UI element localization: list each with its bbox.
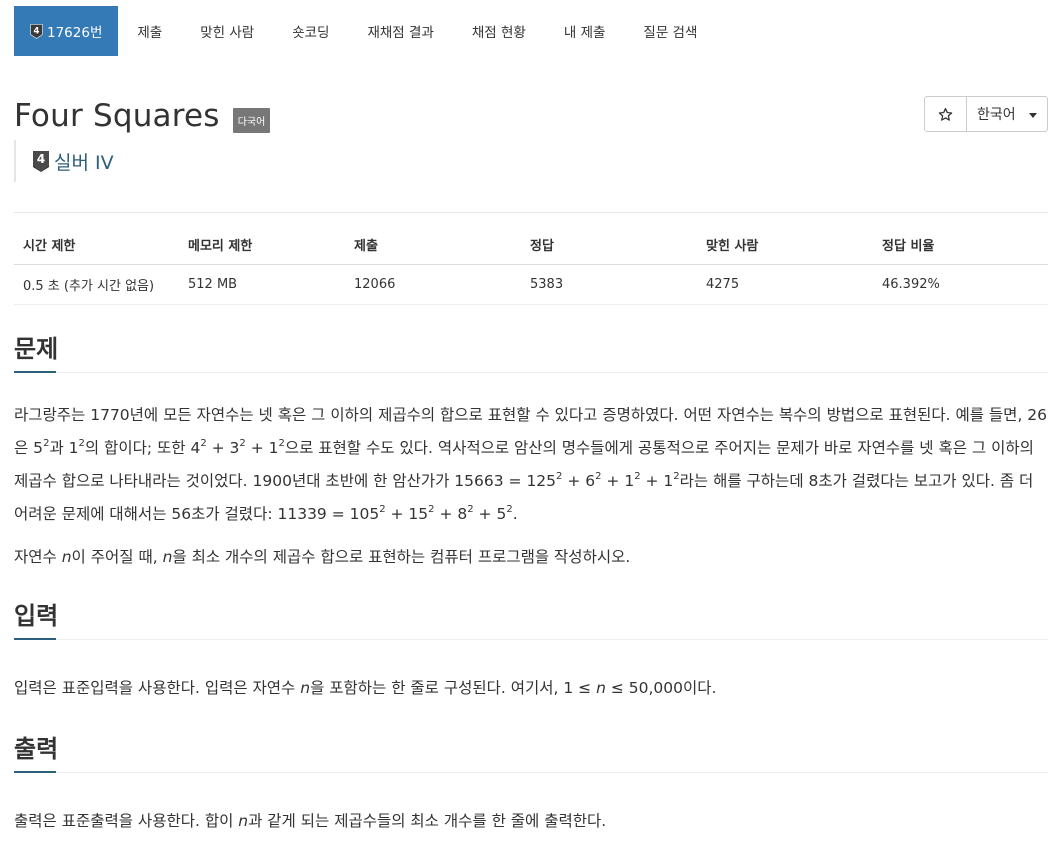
header-solved-users: 맞힌 사람 xyxy=(697,225,873,265)
tab-problem-number[interactable]: 4 17626번 xyxy=(14,6,119,56)
tab-my-submissions[interactable]: 내 제출 xyxy=(545,6,625,56)
language-label: 한국어 xyxy=(977,107,1016,123)
accepted-value: 5383 xyxy=(521,264,697,305)
header-memory-limit: 메모리 제한 xyxy=(179,225,345,265)
tab-solved-users[interactable]: 맞힌 사람 xyxy=(181,6,273,56)
problem-info-table: 시간 제한 메모리 제한 제출 정답 맞힌 사람 정답 비율 0.5 초 (추가… xyxy=(14,225,1048,305)
svg-text:4: 4 xyxy=(34,26,40,36)
problem-tier: 4 실버 IV xyxy=(14,140,1048,182)
problem-menu-tabs: 4 17626번 제출 맞힌 사람 숏코딩 재채점 결과 채점 현황 내 제출 … xyxy=(14,6,1048,56)
section-heading: 출력 xyxy=(14,729,1048,773)
problem-title: Four Squares xyxy=(14,98,220,134)
multilingual-badge: 다국어 xyxy=(232,107,271,133)
section-title: 문제 xyxy=(14,335,59,363)
table-header-row: 시간 제한 메모리 제한 제출 정답 맞힌 사람 정답 비율 xyxy=(14,225,1048,265)
memory-limit-value: 512 MB xyxy=(179,264,345,305)
description-paragraph: 라그랑주는 1770년에 모든 자연수는 넷 혹은 그 이하의 제곱수의 합으로… xyxy=(14,406,1048,523)
accept-rate-value: 46.392% xyxy=(873,264,1048,305)
star-icon xyxy=(938,107,953,121)
problem-description: 라그랑주는 1770년에 모든 자연수는 넷 혹은 그 이하의 제곱수의 합으로… xyxy=(14,399,1048,574)
divider xyxy=(14,212,1048,213)
heading-underline xyxy=(14,771,56,773)
tab-label: 17626번 xyxy=(47,25,103,41)
tier-badge-icon: 4 xyxy=(30,23,43,39)
heading-underline xyxy=(14,371,56,373)
submissions-value: 12066 xyxy=(345,264,521,305)
header-time-limit: 시간 제한 xyxy=(14,225,179,265)
caret-down-icon xyxy=(1029,113,1037,118)
problem-description-section: 문제 라그랑주는 1770년에 모든 자연수는 넷 혹은 그 이하의 제곱수의 … xyxy=(14,329,1048,574)
tab-question-search[interactable]: 질문 검색 xyxy=(624,6,716,56)
section-title: 출력 xyxy=(14,735,59,763)
header-accepted: 정답 xyxy=(521,225,697,265)
tab-judge-status[interactable]: 채점 현황 xyxy=(453,6,545,56)
time-limit-value: 0.5 초 (추가 시간 없음) xyxy=(14,264,179,305)
favorite-button[interactable] xyxy=(925,97,967,131)
heading-underline xyxy=(14,638,56,640)
table-row: 0.5 초 (추가 시간 없음) 512 MB 12066 5383 4275 … xyxy=(14,264,1048,305)
language-dropdown[interactable]: 한국어 xyxy=(967,97,1047,131)
tier-label[interactable]: 실버 IV xyxy=(54,148,114,175)
tab-rejudge-results[interactable]: 재채점 결과 xyxy=(348,6,452,56)
tab-short-coding[interactable]: 숏코딩 xyxy=(273,6,348,56)
solved-users-value: 4275 xyxy=(697,264,873,305)
svg-text:4: 4 xyxy=(37,152,45,166)
problem-page: 4 17626번 제출 맞힌 사람 숏코딩 재채점 결과 채점 현황 내 제출 … xyxy=(0,6,1062,862)
section-title: 입력 xyxy=(14,602,59,630)
title-row: Four Squares 다국어 한국어 xyxy=(14,96,1048,138)
description-paragraph: 자연수 n이 주어질 때, n을 최소 개수의 제곱수 합으로 표현하는 컴퓨터… xyxy=(14,548,631,566)
output-description: 출력은 표준출력을 사용한다. 합이 n과 같게 되는 제곱수들의 최소 개수를… xyxy=(14,812,607,830)
section-heading: 입력 xyxy=(14,596,1048,640)
input-section: 입력 입력은 표준입력을 사용한다. 입력은 자연수 n을 포함하는 한 줄로 … xyxy=(14,596,1048,705)
header-submissions: 제출 xyxy=(345,225,521,265)
input-description: 입력은 표준입력을 사용한다. 입력은 자연수 n을 포함하는 한 줄로 구성된… xyxy=(14,679,717,697)
header-accept-rate: 정답 비율 xyxy=(873,225,1048,265)
output-section: 출력 출력은 표준출력을 사용한다. 합이 n과 같게 되는 제곱수들의 최소 … xyxy=(14,729,1048,838)
title-controls: 한국어 xyxy=(924,96,1048,132)
tab-submit[interactable]: 제출 xyxy=(118,6,181,56)
tier-badge-icon[interactable]: 4 xyxy=(32,150,50,172)
section-heading: 문제 xyxy=(14,329,1048,373)
